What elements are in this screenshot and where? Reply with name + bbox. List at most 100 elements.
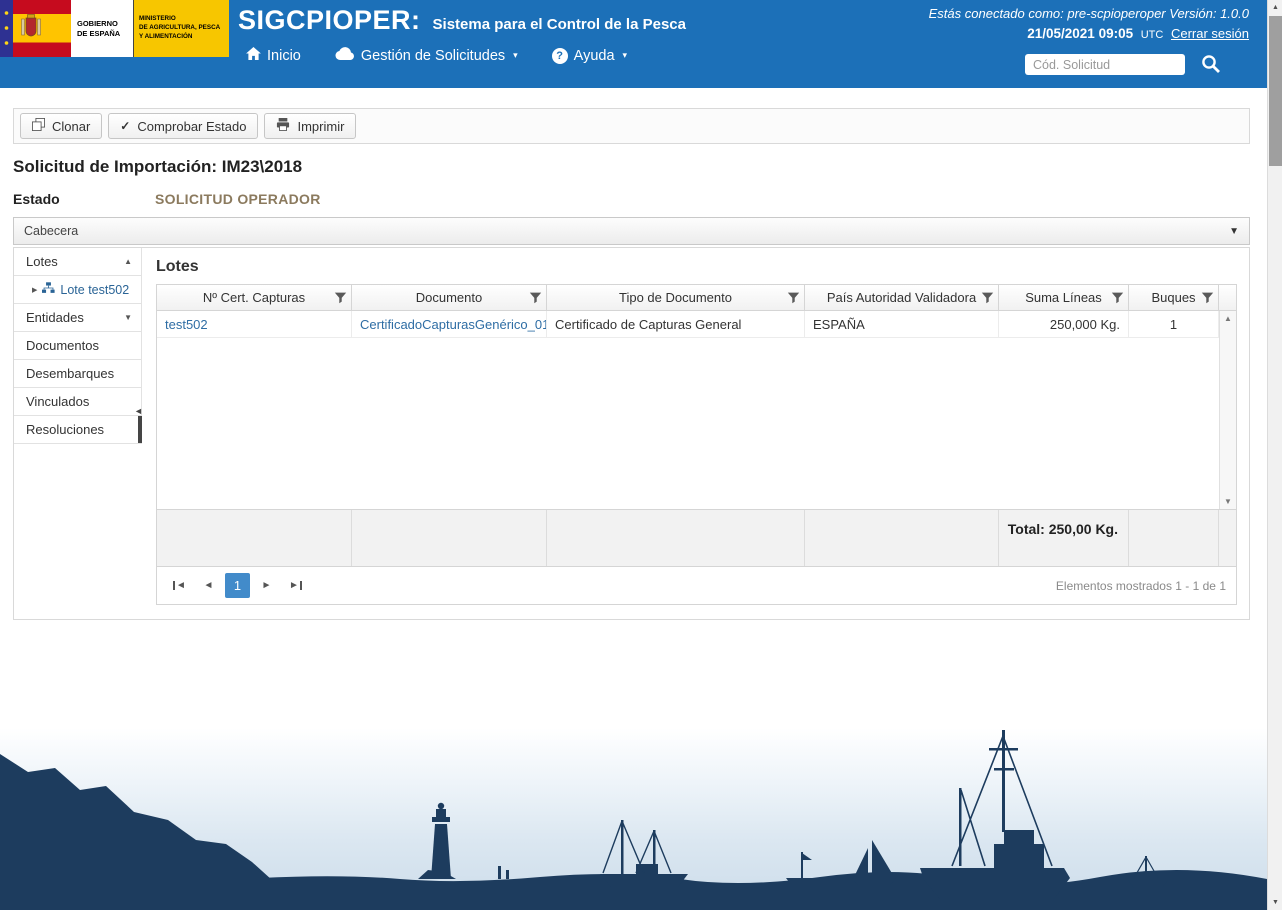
column-header-pais-autoridad[interactable]: País Autoridad Validadora <box>805 285 999 310</box>
sidebar-item-label: Documentos <box>26 338 99 353</box>
caret-down-icon: ▾ <box>623 50 628 61</box>
splitter-collapse-icon[interactable]: ◄ <box>134 406 143 416</box>
filter-icon[interactable] <box>1201 291 1214 307</box>
column-header-documento[interactable]: Documento <box>352 285 547 310</box>
sitemap-icon <box>42 282 55 297</box>
comprobar-label: Comprobar Estado <box>137 119 246 134</box>
comprobar-estado-button[interactable]: ✓ Comprobar Estado <box>108 113 258 139</box>
action-toolbar: Clonar ✓ Comprobar Estado Imprimir <box>13 108 1250 144</box>
cabecera-panel-header[interactable]: Cabecera ▼ <box>13 217 1250 245</box>
chevron-down-icon: ▼ <box>124 313 132 322</box>
sidebar-item-label: Lote test502 <box>60 283 129 297</box>
app-header: GOBIERNO DE ESPAÑA MINISTERIO DE AGRICUL… <box>0 0 1267 88</box>
sidebar-item-resoluciones[interactable]: Resoluciones <box>14 416 142 444</box>
sidebar-item-vinculados[interactable]: Vinculados <box>14 388 142 416</box>
column-header-label: Documento <box>416 290 482 305</box>
scroll-down-icon[interactable]: ▼ <box>1224 497 1232 506</box>
cert-capturas-link[interactable]: test502 <box>165 317 208 332</box>
nav-gestion-solicitudes[interactable]: Gestión de Solicitudes ▾ <box>335 47 518 64</box>
grid-footer-row: Total: 250,00 Kg. <box>157 510 1236 567</box>
search-input[interactable] <box>1025 54 1185 75</box>
imprimir-button[interactable]: Imprimir <box>264 113 356 139</box>
scrollbar-thumb[interactable] <box>1269 16 1282 166</box>
main-content: Clonar ✓ Comprobar Estado Imprimir Solic… <box>0 88 1267 620</box>
sidebar-item-lote-test502[interactable]: ▶ Lote test502 <box>14 276 142 304</box>
pager-last-button[interactable]: ► <box>283 573 308 598</box>
table-row[interactable]: test502 CertificadoCapturasGenérico_01..… <box>157 311 1236 338</box>
documento-link[interactable]: CertificadoCapturasGenérico_01... <box>360 317 547 332</box>
sidebar-item-lotes[interactable]: Lotes ▲ <box>14 248 142 276</box>
estado-value: SOLICITUD OPERADOR <box>155 191 321 207</box>
footer-empty-cell <box>157 510 352 566</box>
header-scrollbar-spacer <box>1219 285 1236 310</box>
check-icon: ✓ <box>120 119 130 133</box>
pager-first-button[interactable]: ◄ <box>167 573 192 598</box>
ministerio-text: MINISTERIO DE AGRICULTURA, PESCA Y ALIME… <box>133 0 229 57</box>
home-icon <box>246 47 261 64</box>
expand-arrow-icon[interactable]: ▶ <box>32 286 37 294</box>
search-icon[interactable] <box>1200 53 1221 79</box>
scroll-up-icon[interactable]: ▲ <box>1224 314 1232 323</box>
timezone-text: UTC <box>1141 29 1164 41</box>
print-icon <box>276 118 290 134</box>
scrollbar-down-icon[interactable]: ▼ <box>1268 895 1282 910</box>
estado-row: Estado SOLICITUD OPERADOR <box>13 191 1267 207</box>
filter-icon[interactable] <box>787 291 800 307</box>
footer-empty-cell <box>547 510 805 566</box>
connected-as-text: Estás conectado como: pre-scpioperoper V… <box>929 4 1249 24</box>
suma-lineas-cell: 250,000 Kg. <box>999 311 1129 337</box>
spain-crest-icon <box>21 14 41 45</box>
column-header-label: Nº Cert. Capturas <box>203 290 305 305</box>
nav-ayuda[interactable]: ? Ayuda ▾ <box>552 48 627 64</box>
pager-next-button[interactable]: ► <box>254 573 279 598</box>
gobierno-text: GOBIERNO DE ESPAÑA <box>71 0 133 57</box>
splitter-grip[interactable] <box>138 416 142 443</box>
sidebar-item-label: Vinculados <box>26 394 89 409</box>
grid-body: test502 CertificadoCapturasGenérico_01..… <box>157 311 1236 510</box>
filter-icon[interactable] <box>981 291 994 307</box>
main-nav: Inicio Gestión de Solicitudes ▾ ? Ayuda … <box>246 47 627 64</box>
buques-cell: 1 <box>1129 311 1219 337</box>
column-header-label: Suma Líneas <box>1025 290 1102 305</box>
clonar-label: Clonar <box>52 119 90 134</box>
caret-down-icon: ▾ <box>513 50 518 61</box>
column-header-tipo-documento[interactable]: Tipo de Documento <box>547 285 805 310</box>
scrollbar-up-icon[interactable]: ▲ <box>1268 0 1282 15</box>
app-window: GOBIERNO DE ESPAÑA MINISTERIO DE AGRICUL… <box>0 0 1282 910</box>
column-header-buques[interactable]: Buques <box>1129 285 1219 310</box>
session-info: Estás conectado como: pre-scpioperoper V… <box>929 4 1249 44</box>
detail-panel: Lotes ▲ ▶ Lote test502 Entidades ▼ Docum… <box>13 247 1250 620</box>
total-label: Total: 250,00 Kg. <box>999 510 1129 566</box>
pager-info-text: Elementos mostrados 1 - 1 de 1 <box>1056 579 1226 593</box>
pager-prev-button[interactable]: ◄ <box>196 573 221 598</box>
help-icon: ? <box>552 48 568 64</box>
sidebar-item-entidades[interactable]: Entidades ▼ <box>14 304 142 332</box>
column-header-label: Buques <box>1151 290 1195 305</box>
page-title: Solicitud de Importación: IM23\2018 <box>13 157 1267 177</box>
browser-scrollbar[interactable]: ▲ ▼ <box>1267 0 1282 910</box>
nav-inicio[interactable]: Inicio <box>246 47 301 64</box>
clonar-button[interactable]: Clonar <box>20 113 102 139</box>
filter-icon[interactable] <box>1111 291 1124 307</box>
grid-scrollbar[interactable]: ▲ ▼ <box>1219 311 1236 509</box>
section-sidebar: Lotes ▲ ▶ Lote test502 Entidades ▼ Docum… <box>14 248 142 619</box>
grid-header-row: Nº Cert. Capturas Documento Tipo de Docu… <box>157 285 1236 311</box>
column-header-suma-lineas[interactable]: Suma Líneas <box>999 285 1129 310</box>
filter-icon[interactable] <box>334 291 347 307</box>
lotes-section: Lotes Nº Cert. Capturas Documento Tipo d… <box>142 248 1249 619</box>
filter-icon[interactable] <box>529 291 542 307</box>
gobierno-logo: GOBIERNO DE ESPAÑA MINISTERIO DE AGRICUL… <box>0 0 229 57</box>
sidebar-item-documentos[interactable]: Documentos <box>14 332 142 360</box>
column-header-cert-capturas[interactable]: Nº Cert. Capturas <box>157 285 352 310</box>
pager-page-1-button[interactable]: 1 <box>225 573 250 598</box>
estado-label: Estado <box>13 191 155 207</box>
imprimir-label: Imprimir <box>297 119 344 134</box>
eu-flag-strip <box>0 0 13 57</box>
nav-ayuda-label: Ayuda <box>574 48 615 64</box>
pais-cell: ESPAÑA <box>805 311 999 337</box>
app-title: SIGCPIOPER: <box>238 5 421 36</box>
app-subtitle: Sistema para el Control de la Pesca <box>433 16 686 33</box>
nav-inicio-label: Inicio <box>267 48 301 64</box>
logout-link[interactable]: Cerrar sesión <box>1171 26 1249 41</box>
sidebar-item-desembarques[interactable]: Desembarques <box>14 360 142 388</box>
